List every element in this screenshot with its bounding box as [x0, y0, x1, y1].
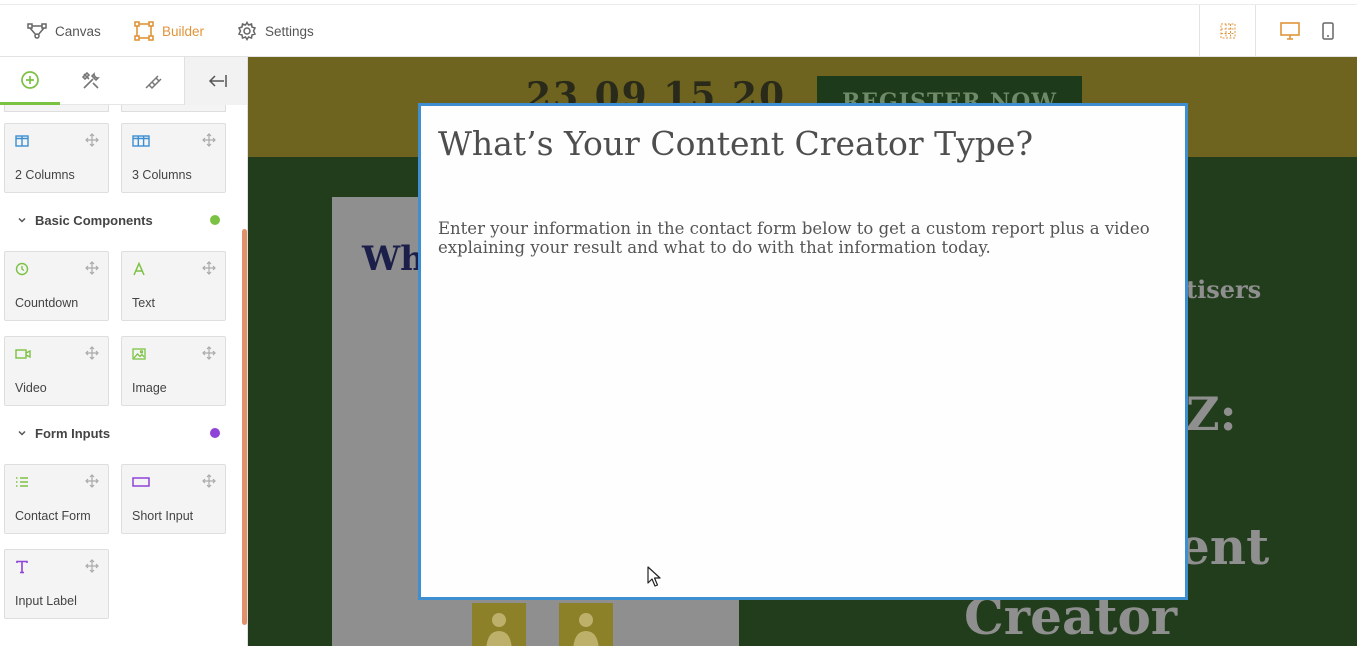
tile-contact-form[interactable]: Contact Form [4, 464, 109, 534]
list-icon [16, 477, 28, 487]
tile-label: 2 Columns [15, 168, 75, 182]
move-icon[interactable] [202, 261, 216, 275]
sidebar-tab-plugins[interactable] [122, 57, 184, 105]
section-color-dot [210, 215, 220, 225]
tile-text[interactable]: Text [121, 251, 226, 321]
chevron-down-icon [18, 430, 26, 436]
tile-label: Video [15, 381, 47, 395]
tile-video[interactable]: Video [4, 336, 109, 406]
three-columns-icon [132, 135, 150, 147]
move-icon[interactable] [85, 261, 99, 275]
plus-circle-icon [21, 70, 39, 89]
tile-label: Input Label [15, 594, 77, 608]
video-icon [15, 349, 31, 359]
hero-heading-line: Z: [1186, 387, 1237, 441]
section-label: Form Inputs [35, 425, 111, 441]
image-icon [132, 348, 146, 360]
tab-builder-label: Builder [162, 23, 205, 39]
tile-label: Countdown [15, 296, 79, 310]
plug-icon [145, 75, 162, 90]
person-icon [486, 613, 512, 646]
move-icon[interactable] [202, 346, 216, 360]
modal-title: What’s Your Content Creator Type? [438, 124, 1034, 163]
popup-modal[interactable]: What’s Your Content Creator Type? Enter … [418, 103, 1188, 600]
grid-dotted-icon [1220, 23, 1235, 39]
components-sidebar: 2 Columns 3 Columns Basic Components Cou… [0, 57, 248, 646]
tile-partial [4, 105, 109, 112]
tab-canvas-label: Canvas [55, 23, 101, 39]
collapse-sidebar-button[interactable] [184, 57, 247, 105]
tile-label: Text [132, 296, 155, 310]
move-icon[interactable] [85, 474, 99, 488]
mobile-icon[interactable] [1322, 22, 1334, 40]
tab-settings[interactable]: Settings [237, 5, 314, 57]
section-color-dot [210, 428, 220, 438]
section-form-inputs[interactable]: Form Inputs [0, 421, 240, 445]
tile-label: Short Input [132, 509, 194, 523]
device-switcher [1255, 5, 1357, 57]
move-icon[interactable] [85, 346, 99, 360]
section-label: Basic Components [35, 212, 153, 228]
vector-path-icon [27, 23, 47, 39]
sidebar-scrollbar[interactable] [242, 229, 247, 625]
text-a-icon [133, 262, 145, 276]
top-toolbar: Canvas Builder Settings [0, 5, 1357, 57]
sidebar-tab-add[interactable] [0, 57, 60, 105]
clock-icon [15, 262, 29, 276]
move-icon[interactable] [202, 133, 216, 147]
move-icon[interactable] [85, 133, 99, 147]
tab-builder[interactable]: Builder [134, 5, 204, 57]
tile-3-columns[interactable]: 3 Columns [121, 123, 226, 193]
tile-label: Image [132, 381, 167, 395]
modal-body-text: Enter your information in the contact fo… [438, 219, 1150, 257]
tile-label: Contact Form [15, 509, 91, 523]
hero-subtext: tisers [1186, 275, 1262, 304]
avatar [472, 603, 526, 646]
person-icon [573, 613, 599, 646]
sidebar-tab-tools[interactable] [60, 57, 122, 105]
arrow-left-bar-icon [208, 75, 227, 87]
tile-countdown[interactable]: Countdown [4, 251, 109, 321]
gear-icon [237, 21, 257, 41]
tile-label: 3 Columns [132, 168, 192, 182]
move-icon[interactable] [85, 559, 99, 573]
hero-card-heading: Wh [362, 239, 425, 279]
move-icon[interactable] [202, 474, 216, 488]
hero-heading-line: ent [1178, 517, 1270, 576]
section-basic-components[interactable]: Basic Components [0, 208, 240, 232]
desktop-icon[interactable] [1280, 22, 1300, 40]
tile-image[interactable]: Image [121, 336, 226, 406]
tab-settings-label: Settings [265, 23, 314, 39]
tile-partial [121, 105, 226, 112]
grid-toggle-button[interactable] [1199, 5, 1255, 57]
text-t-icon [16, 560, 28, 574]
tile-2-columns[interactable]: 2 Columns [4, 123, 109, 193]
sidebar-tabs [0, 57, 247, 105]
mouse-cursor-icon [647, 566, 661, 587]
input-box-icon [132, 477, 150, 487]
tile-short-input[interactable]: Short Input [121, 464, 226, 534]
chevron-down-icon [18, 217, 26, 223]
avatar [559, 603, 613, 646]
builder-frame-icon [134, 21, 154, 41]
tile-input-label[interactable]: Input Label [4, 549, 109, 619]
tab-canvas[interactable]: Canvas [27, 5, 101, 57]
tools-icon [81, 71, 100, 89]
two-columns-icon [15, 135, 29, 147]
